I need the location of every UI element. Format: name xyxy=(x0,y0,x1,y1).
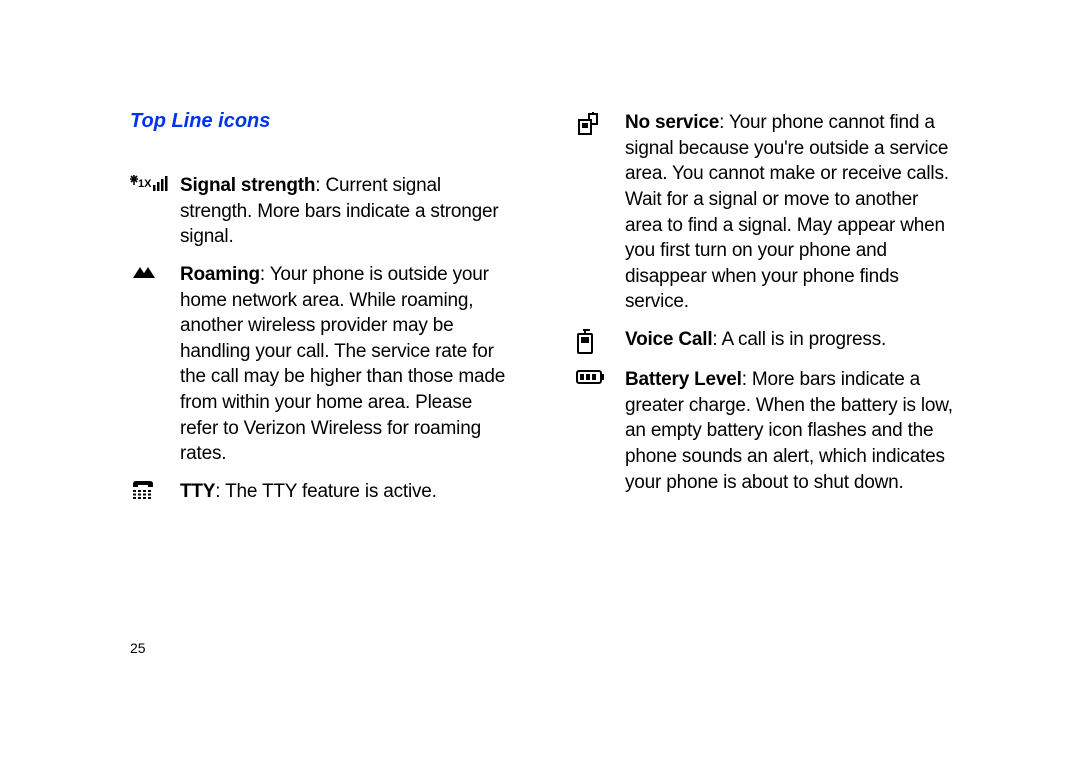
page-number: 25 xyxy=(130,640,146,656)
entry-term: Signal strength xyxy=(180,175,315,196)
entry-description: No service: Your phone cannot find a sig… xyxy=(625,110,960,315)
entry-text: : A call is in progress. xyxy=(712,329,886,350)
manual-page: Top Line icons 1X Signal strength: Curre… xyxy=(0,0,1080,517)
entry-term: TTY xyxy=(180,481,215,502)
entry-description: Roaming: Your phone is outside your home… xyxy=(180,262,515,467)
icon-entry: No service: Your phone cannot find a sig… xyxy=(575,110,960,315)
entry-term: Battery Level xyxy=(625,369,742,390)
icon-entry: 1X Signal strength: Current signal stren… xyxy=(130,173,515,250)
icon-entry: Voice Call: A call is in progress. xyxy=(575,327,960,355)
entry-term: Voice Call xyxy=(625,329,712,350)
entry-term: No service xyxy=(625,112,719,133)
entry-description: Signal strength: Current signal strength… xyxy=(180,173,515,250)
icon-entry: TTY: The TTY feature is active. xyxy=(130,479,515,505)
signal-strength-icon: 1X xyxy=(130,173,180,193)
entry-text: : Your phone is outside your home networ… xyxy=(180,264,505,464)
icon-entry: Roaming: Your phone is outside your home… xyxy=(130,262,515,467)
roaming-icon xyxy=(130,262,180,280)
entry-description: TTY: The TTY feature is active. xyxy=(180,479,515,505)
voice-call-icon xyxy=(575,327,625,355)
left-column: Top Line icons 1X Signal strength: Curre… xyxy=(130,110,515,517)
no-service-icon xyxy=(575,110,625,136)
right-column: No service: Your phone cannot find a sig… xyxy=(575,110,960,517)
entry-term: Roaming xyxy=(180,264,260,285)
battery-level-icon xyxy=(575,367,625,385)
entry-description: Voice Call: A call is in progress. xyxy=(625,327,960,353)
entry-text: : The TTY feature is active. xyxy=(215,481,436,502)
entry-text: : Your phone cannot find a signal becaus… xyxy=(625,112,949,312)
section-heading: Top Line icons xyxy=(130,110,515,133)
svg-text:1X: 1X xyxy=(138,178,152,190)
icon-entry: Battery Level: More bars indicate a grea… xyxy=(575,367,960,495)
entry-description: Battery Level: More bars indicate a grea… xyxy=(625,367,960,495)
tty-icon xyxy=(130,479,180,501)
